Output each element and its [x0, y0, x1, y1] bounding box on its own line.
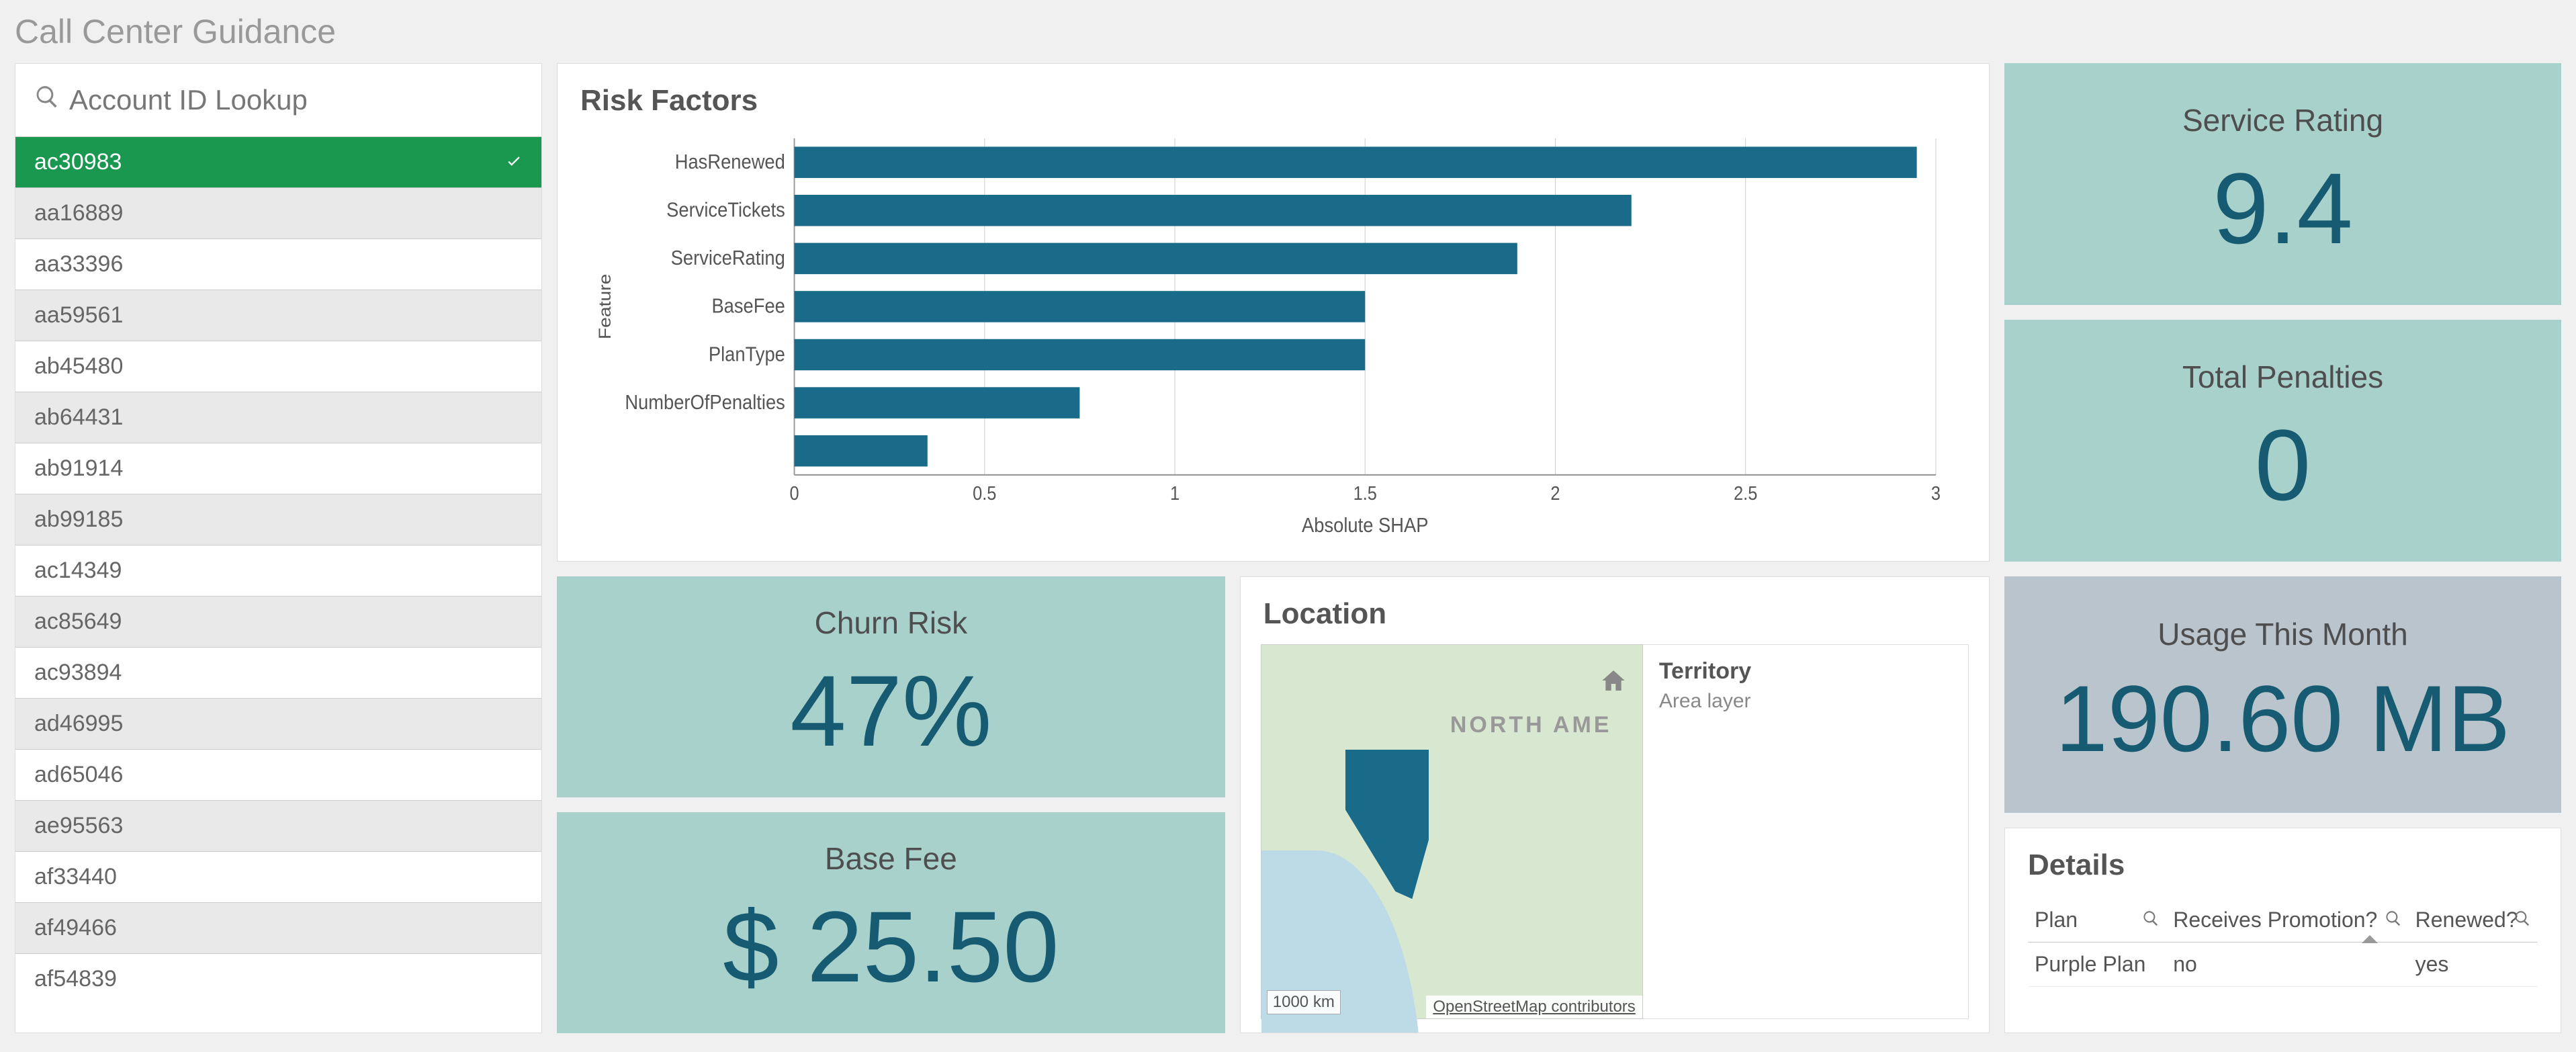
svg-text:Absolute SHAP: Absolute SHAP	[1302, 515, 1428, 537]
total-penalties-card: Total Penalties 0	[2004, 320, 2561, 562]
account-id: aa33396	[34, 251, 123, 277]
cell-promo: no	[2166, 943, 2408, 987]
service-rating-card: Service Rating 9.4	[2004, 63, 2561, 305]
svg-text:ServiceRating: ServiceRating	[671, 247, 785, 270]
total-penalties-title: Total Penalties	[2182, 359, 2383, 395]
account-id: af49466	[34, 915, 117, 941]
search-icon[interactable]	[2514, 908, 2531, 925]
account-item[interactable]: ab99185	[15, 494, 541, 545]
map-home-button[interactable]	[1600, 667, 1627, 694]
account-id: ab91914	[34, 455, 123, 482]
account-id: aa16889	[34, 200, 123, 226]
account-item[interactable]: ae95563	[15, 800, 541, 851]
svg-text:0: 0	[789, 483, 799, 505]
svg-text:2: 2	[1550, 483, 1560, 505]
account-item[interactable]: ab45480	[15, 341, 541, 392]
svg-text:ServiceTickets: ServiceTickets	[666, 199, 785, 222]
account-id: ab99185	[34, 507, 123, 533]
map-label: NORTH AME	[1450, 712, 1612, 738]
page-title: Call Center Guidance	[0, 0, 2576, 63]
account-list[interactable]: ac30983 aa16889 aa33396 aa59561 ab45480 ab644…	[15, 136, 541, 1033]
account-id: ad65046	[34, 762, 123, 788]
account-id: ab45480	[34, 353, 123, 380]
svg-text:2.5: 2.5	[1734, 483, 1757, 505]
total-penalties-value: 0	[2255, 407, 2311, 523]
account-search-header[interactable]: Account ID Lookup	[15, 64, 541, 136]
cell-renewed: yes	[2409, 943, 2538, 987]
svg-text:3: 3	[1931, 483, 1941, 505]
map-attribution[interactable]: OpenStreetMap contributors	[1426, 996, 1642, 1018]
risk-factors-title: Risk Factors	[580, 84, 1966, 118]
account-id: ad46995	[34, 711, 123, 737]
usage-value: 190.60 MB	[2055, 664, 2510, 773]
risk-factors-chart[interactable]: 0 0.5 1 1.5 2 2.5 3 HasRenewed ServiceTickets Ser…	[584, 131, 1962, 541]
location-map[interactable]: NORTH AME 1000 km OpenStreetMap contribu…	[1261, 644, 1643, 1019]
svg-text:BaseFee: BaseFee	[711, 295, 785, 318]
risk-factors-card: Risk Factors 0 0.5 1 1.5 2 2.5 3 HasRenewed Serv…	[557, 63, 1990, 562]
check-icon	[505, 149, 523, 175]
svg-text:0.5: 0.5	[973, 483, 996, 505]
search-icon[interactable]	[2142, 908, 2160, 925]
location-card: Location NORTH AME 1000 km OpenStreetMap…	[1240, 576, 1990, 1033]
base-fee-value: $ 25.50	[723, 889, 1059, 1005]
details-title: Details	[2028, 848, 2538, 882]
usage-title: Usage This Month	[2158, 616, 2407, 652]
svg-text:1.5: 1.5	[1353, 483, 1377, 505]
account-id: ae95563	[34, 813, 123, 839]
account-id: af54839	[34, 966, 117, 992]
service-rating-value: 9.4	[2213, 150, 2353, 267]
details-table: Plan Receives Promotion? Renewed?	[2028, 898, 2538, 987]
details-col-plan[interactable]: Plan	[2028, 898, 2166, 943]
location-title: Location	[1263, 597, 1966, 631]
churn-risk-value: 47%	[790, 653, 991, 769]
account-item[interactable]: ab64431	[15, 392, 541, 443]
account-id: ab64431	[34, 404, 123, 431]
account-lookup-panel: Account ID Lookup ac30983aa16889aa33396a…	[15, 63, 542, 1033]
cell-plan: Purple Plan	[2028, 943, 2166, 987]
search-icon[interactable]	[2385, 908, 2402, 925]
account-search-label: Account ID Lookup	[69, 84, 308, 116]
account-item[interactable]: ac93894	[15, 647, 541, 698]
account-id: aa59561	[34, 302, 123, 328]
account-item[interactable]: ab91914	[15, 443, 541, 494]
legend-title: Territory	[1659, 658, 1952, 685]
base-fee-card: Base Fee $ 25.50	[557, 812, 1225, 1033]
account-item[interactable]: af49466	[15, 902, 541, 953]
svg-text:1: 1	[1170, 483, 1180, 505]
churn-risk-title: Churn Risk	[815, 605, 968, 641]
account-item[interactable]: aa33396	[15, 238, 541, 290]
account-item[interactable]: ac30983	[15, 136, 541, 187]
usage-card: Usage This Month 190.60 MB	[2004, 576, 2561, 813]
legend-sub: Area layer	[1659, 690, 1952, 713]
account-id: ac14349	[34, 558, 122, 584]
account-item[interactable]: ad46995	[15, 698, 541, 749]
svg-text:HasRenewed: HasRenewed	[675, 151, 785, 174]
details-col-promo[interactable]: Receives Promotion?	[2166, 898, 2408, 943]
service-rating-title: Service Rating	[2182, 102, 2383, 138]
map-legend: Territory Area layer	[1643, 644, 1969, 1019]
account-id: ac85649	[34, 609, 122, 635]
account-item[interactable]: af33440	[15, 851, 541, 902]
account-item[interactable]: ac14349	[15, 545, 541, 596]
account-item[interactable]: ac85649	[15, 596, 541, 647]
account-id: af33440	[34, 864, 117, 890]
account-item[interactable]: aa16889	[15, 187, 541, 238]
base-fee-title: Base Fee	[825, 840, 957, 877]
account-id: ac93894	[34, 660, 122, 686]
churn-risk-card: Churn Risk 47%	[557, 576, 1225, 797]
account-item[interactable]: ad65046	[15, 749, 541, 800]
details-card: Details Plan Receives Promotion?	[2004, 828, 2561, 1033]
account-id: ac30983	[34, 149, 122, 175]
details-col-renewed[interactable]: Renewed?	[2409, 898, 2538, 943]
svg-text:NumberOfPenalties: NumberOfPenalties	[625, 392, 785, 414]
search-icon	[34, 84, 60, 116]
account-item[interactable]: af54839	[15, 953, 541, 1004]
table-row[interactable]: Purple Plan no yes	[2028, 943, 2538, 987]
svg-text:PlanType: PlanType	[709, 343, 785, 366]
sort-asc-icon[interactable]	[2362, 935, 2378, 943]
account-item[interactable]: aa59561	[15, 290, 541, 341]
svg-text:Feature: Feature	[595, 274, 614, 340]
map-scale: 1000 km	[1267, 990, 1341, 1014]
